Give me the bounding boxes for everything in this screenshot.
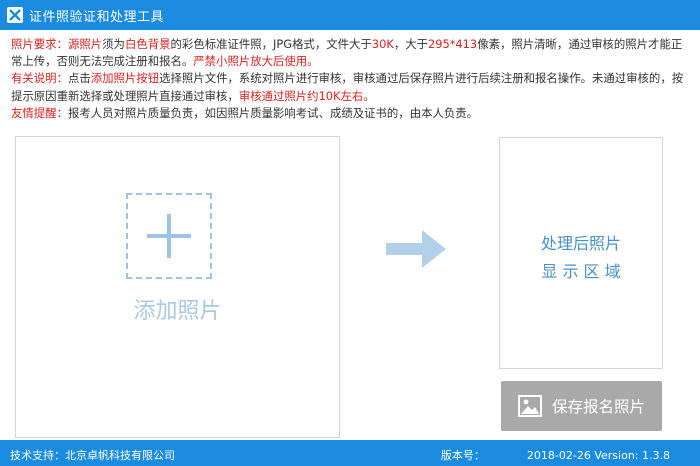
processed-photo-area: 处理后照片 显 示 区 域 xyxy=(499,137,663,369)
image-icon xyxy=(517,395,542,417)
reminder-label: 友情提醒： xyxy=(11,105,68,120)
requirement-text-6: ，大于 xyxy=(393,37,428,51)
plus-icon-vertical xyxy=(167,214,171,258)
notice-text: 照片要求：源照片须为白色背景的彩色标准证件照，JPG格式，文件大于30K，大于2… xyxy=(11,36,693,122)
explain-label: 有关说明： xyxy=(11,71,68,86)
title-bar: 证件照验证和处理工具 xyxy=(0,0,700,30)
requirement-paragraph: 照片要求：源照片须为白色背景的彩色标准证件照，JPG格式，文件大于30K，大于2… xyxy=(11,36,693,70)
requirement-text-4: 的彩色标准证件照，JPG格式，文件大于 xyxy=(170,37,372,51)
processed-photo-line2: 显 示 区 域 xyxy=(541,262,621,281)
explain-text-2: 添加照片按钮 xyxy=(90,71,160,86)
app-icon xyxy=(7,7,23,23)
tech-support-text: 技术支持：北京卓帆科技有限公司 xyxy=(10,449,175,462)
reminder-text-1: 报考人员对照片质量负责，如因照片质量影响考试、成绩及证书的，由本人负责。 xyxy=(67,105,479,120)
requirement-text-3: 白色背景 xyxy=(124,37,171,51)
save-registration-photo-button[interactable]: 保存报名照片 xyxy=(501,381,662,431)
requirement-text-9: 严禁小照片放大后使用。 xyxy=(193,54,319,69)
processed-photo-placeholder: 处理后照片 显 示 区 域 xyxy=(500,230,662,286)
explain-text-1: 点击 xyxy=(67,71,91,86)
requirement-text-7: 295*413 xyxy=(428,37,478,51)
explain-paragraph: 有关说明：点击添加照片按钮选择照片文件，系统对照片进行审核，审核通过后保存照片进… xyxy=(11,70,693,104)
version-value: 2018-02-26 Version: 1.3.8 xyxy=(526,449,670,462)
requirement-text-2: 须为 xyxy=(102,37,125,51)
reminder-paragraph: 友情提醒：报考人员对照片质量负责，如因照片质量影响考试、成绩及证书的，由本人负责… xyxy=(11,105,693,122)
requirement-label: 照片要求： xyxy=(11,37,68,51)
add-photo-button[interactable] xyxy=(126,193,212,279)
version-label: 版本号： xyxy=(440,449,485,462)
add-photo-label: 添加照片 xyxy=(133,299,222,324)
arrow-right-icon xyxy=(386,230,446,268)
requirement-text-1: 源照片 xyxy=(67,37,103,51)
processed-photo-line1: 处理后照片 xyxy=(540,234,621,253)
window-title: 证件照验证和处理工具 xyxy=(29,9,165,25)
status-bar: 技术支持：北京卓帆科技有限公司 版本号： 2018-02-26 Version: … xyxy=(0,440,700,466)
add-photo-panel[interactable]: 添加照片 xyxy=(15,136,340,438)
save-button-label: 保存报名照片 xyxy=(551,398,645,416)
requirement-text-5: 30K xyxy=(371,37,394,51)
version-info: 版本号： 2018-02-26 Version: 1.3.8 xyxy=(441,447,670,463)
explain-text-4: 审核通过照片约10K左右。 xyxy=(238,88,375,103)
